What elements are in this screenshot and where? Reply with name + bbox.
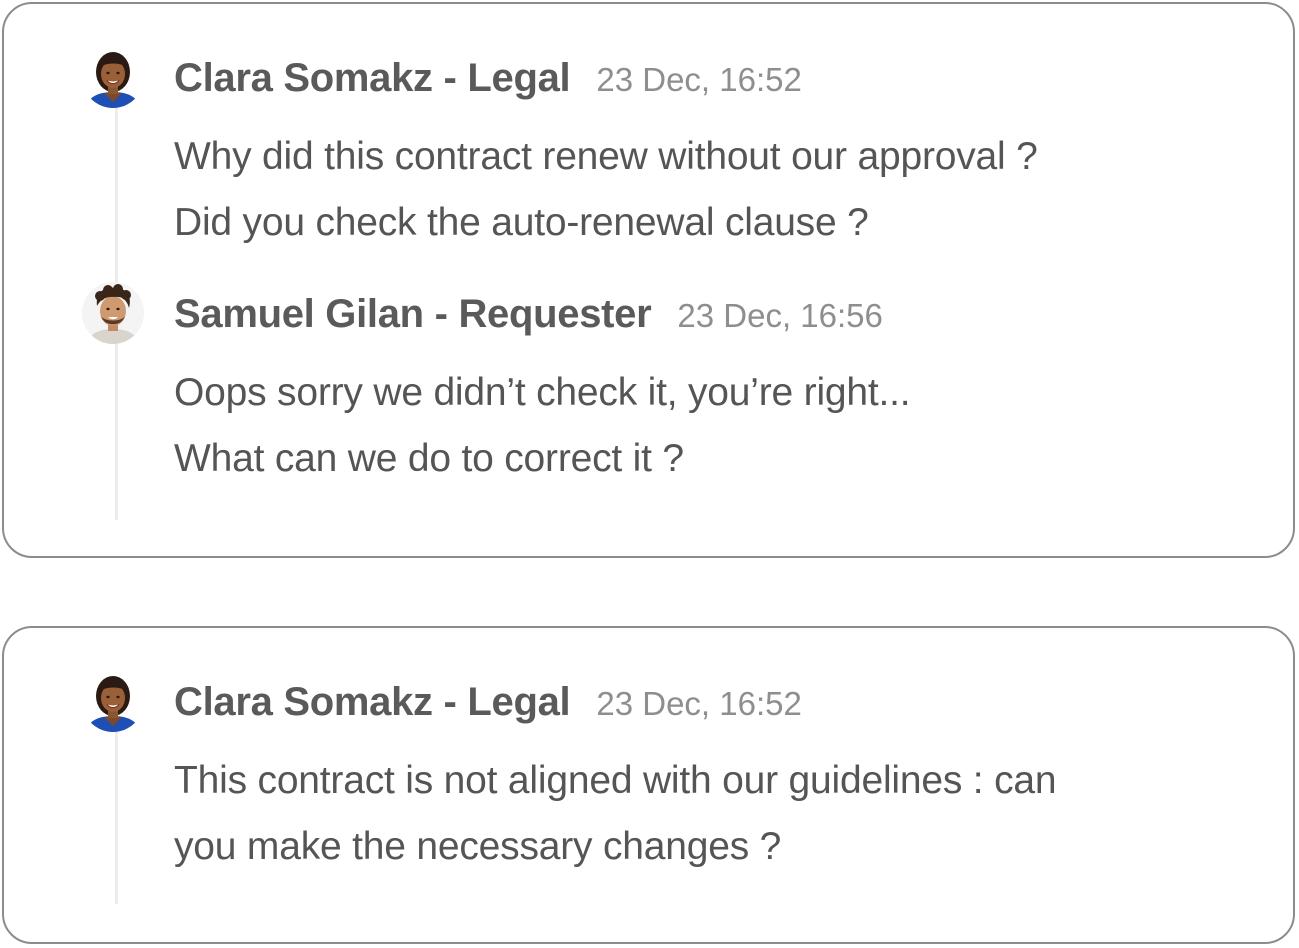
comment-text-line: Did you check the auto-renewal clause ? xyxy=(174,201,869,244)
comment-body: Why did this contract renew without our … xyxy=(174,124,1253,256)
comment-author: Clara Somakz - Legal xyxy=(174,680,571,724)
comment-author: Clara Somakz - Legal xyxy=(174,56,571,100)
comment-thread-card: Clara Somakz - Legal 23 Dec, 16:52 Why di… xyxy=(2,2,1295,558)
comment-timestamp: 23 Dec, 16:52 xyxy=(596,61,802,98)
comment-header: Clara Somakz - Legal 23 Dec, 16:52 xyxy=(174,674,802,730)
comment-text-line: Why did this contract renew without our … xyxy=(174,135,1038,178)
thread-connector-line xyxy=(115,726,118,904)
avatar-woman-icon[interactable] xyxy=(82,670,144,732)
comment-header: Clara Somakz - Legal 23 Dec, 16:52 xyxy=(174,50,802,106)
avatar-woman-icon[interactable] xyxy=(82,46,144,108)
comment-thread-card: Clara Somakz - Legal 23 Dec, 16:52 This c… xyxy=(2,626,1295,944)
comment-body: Oops sorry we didn’t check it, you’re ri… xyxy=(174,360,1253,492)
comment-text-line: What can we do to correct it ? xyxy=(174,437,684,480)
comment-text-line: This contract is not aligned with our gu… xyxy=(174,759,1057,802)
comment-timestamp: 23 Dec, 16:56 xyxy=(677,297,883,334)
comment-header: Samuel Gilan - Requester 23 Dec, 16:56 xyxy=(174,286,883,342)
comment-text-line: you make the necessary changes ? xyxy=(174,825,782,868)
avatar-man-icon[interactable] xyxy=(82,282,144,344)
comment-body: This contract is not aligned with our gu… xyxy=(174,748,1253,880)
comment-text-line: Oops sorry we didn’t check it, you’re ri… xyxy=(174,371,911,414)
comment-timestamp: 23 Dec, 16:52 xyxy=(596,685,802,722)
comment-author: Samuel Gilan - Requester xyxy=(174,292,652,336)
